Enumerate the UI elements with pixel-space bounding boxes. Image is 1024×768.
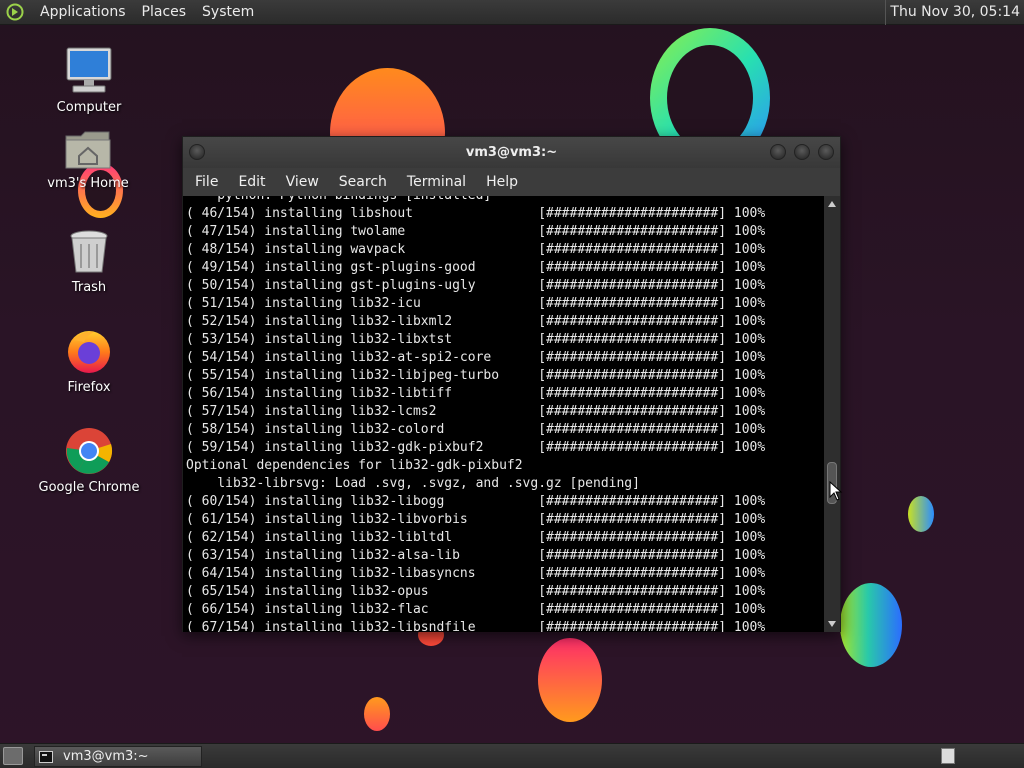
trash-icon: [70, 230, 108, 273]
terminal-line: ( 58/154) installing lib32-colord [#####…: [186, 422, 766, 437]
menu-file[interactable]: File: [187, 174, 226, 190]
terminal-line: ( 60/154) installing lib32-libogg [#####…: [186, 494, 766, 509]
terminal-titlebar[interactable]: vm3@vm3:~: [183, 137, 840, 168]
menu-edit[interactable]: Edit: [230, 174, 273, 190]
firefox-icon: [68, 331, 110, 373]
terminal-menubar: File Edit View Search Terminal Help: [183, 168, 840, 196]
menu-search[interactable]: Search: [331, 174, 395, 190]
desktop-icon-label: Computer: [56, 100, 122, 115]
places-menu[interactable]: Places: [134, 0, 195, 25]
terminal-line: ( 53/154) installing lib32-libxtst [####…: [186, 332, 766, 347]
terminal-line: ( 54/154) installing lib32-at-spi2-core …: [186, 350, 766, 365]
terminal-line: ( 65/154) installing lib32-opus [#######…: [186, 584, 766, 599]
desktop-icon-computer[interactable]: Computer: [29, 44, 149, 115]
menu-view[interactable]: View: [278, 174, 327, 190]
terminal-icon: [39, 750, 53, 763]
computer-icon: [66, 47, 112, 93]
desktop-icon-trash[interactable]: Trash: [29, 228, 149, 295]
desktop-icon-firefox[interactable]: Firefox: [29, 326, 149, 395]
terminal-window[interactable]: vm3@vm3:~ File Edit View Search Terminal…: [182, 136, 841, 632]
terminal-line: ( 52/154) installing lib32-libxml2 [####…: [186, 314, 766, 329]
minimize-button[interactable]: [770, 144, 786, 160]
show-desktop-icon[interactable]: [3, 747, 23, 765]
top-panel: Applications Places System Thu Nov 30, 0…: [0, 0, 1024, 25]
distro-logo-icon[interactable]: [4, 1, 26, 23]
terminal-line: ( 66/154) installing lib32-flac [#######…: [186, 602, 766, 617]
wallpaper-orange-ellipse: [538, 638, 602, 722]
terminal-line: ( 56/154) installing lib32-libtiff [####…: [186, 386, 766, 401]
scroll-down-arrow-icon[interactable]: [828, 621, 836, 627]
desktop-icon-label: vm3's Home: [47, 176, 129, 191]
desktop-icon-label: Firefox: [67, 380, 111, 395]
terminal-output[interactable]: python: Python bindings [installed]( 46/…: [183, 196, 826, 632]
terminal-line: ( 57/154) installing lib32-lcms2 [######…: [186, 404, 766, 419]
terminal-line: Optional dependencies for lib32-gdk-pixb…: [186, 458, 523, 473]
terminal-line: ( 67/154) installing lib32-libsndfile [#…: [186, 620, 766, 632]
desktop-icon-label: Google Chrome: [38, 480, 140, 495]
close-button[interactable]: [818, 144, 834, 160]
mouse-cursor-icon: [829, 481, 843, 501]
chrome-icon: [66, 428, 112, 474]
terminal-line: ( 63/154) installing lib32-alsa-lib [###…: [186, 548, 766, 563]
terminal-lines: python: Python bindings [installed]( 46/…: [186, 196, 765, 632]
terminal-line: ( 48/154) installing wavpack [##########…: [186, 242, 766, 257]
terminal-line: lib32-librsvg: Load .svg, .svgz, and .sv…: [186, 476, 640, 491]
desktop-icon-label: Trash: [71, 280, 107, 295]
terminal-line: ( 64/154) installing lib32-libasyncns [#…: [186, 566, 766, 581]
system-menu[interactable]: System: [194, 0, 262, 25]
wallpaper-blue-ellipse: [908, 496, 934, 532]
terminal-scrollbar[interactable]: [824, 196, 840, 632]
terminal-line: ( 50/154) installing gst-plugins-ugly [#…: [186, 278, 766, 293]
wallpaper-small-ellipse: [364, 697, 390, 731]
terminal-line: ( 51/154) installing lib32-icu [########…: [186, 296, 766, 311]
terminal-line: ( 62/154) installing lib32-libltdl [####…: [186, 530, 766, 545]
clock[interactable]: Thu Nov 30, 05:14: [890, 4, 1024, 20]
terminal-line: ( 49/154) installing gst-plugins-good [#…: [186, 260, 766, 275]
panel-separator: [885, 0, 887, 25]
wallpaper-large-ellipse: [840, 583, 902, 667]
terminal-line: ( 61/154) installing lib32-libvorbis [##…: [186, 512, 766, 527]
desktop-icon-chrome[interactable]: Google Chrome: [29, 426, 149, 495]
menu-help[interactable]: Help: [478, 174, 526, 190]
taskbar-terminal-button[interactable]: vm3@vm3:~: [34, 746, 202, 767]
taskbar-label: vm3@vm3:~: [63, 749, 149, 764]
applications-menu[interactable]: Applications: [32, 0, 134, 25]
window-title: vm3@vm3:~: [465, 145, 558, 160]
scroll-up-arrow-icon[interactable]: [828, 201, 836, 207]
menu-terminal[interactable]: Terminal: [399, 174, 474, 190]
desktop-icon-home[interactable]: vm3's Home: [28, 128, 148, 191]
terminal-line: python: Python bindings [installed]: [186, 196, 765, 205]
terminal-line: ( 59/154) installing lib32-gdk-pixbuf2 […: [186, 440, 766, 455]
bottom-panel: vm3@vm3:~: [0, 743, 1024, 768]
terminal-line: ( 47/154) installing twolame [##########…: [186, 224, 766, 239]
maximize-button[interactable]: [794, 144, 810, 160]
workspace-switcher[interactable]: [941, 748, 955, 764]
terminal-line: ( 46/154) installing libshout [#########…: [186, 206, 766, 221]
terminal-line: ( 55/154) installing lib32-libjpeg-turbo…: [186, 368, 766, 383]
window-menu-button[interactable]: [189, 144, 205, 160]
home-folder-icon: [65, 131, 111, 169]
